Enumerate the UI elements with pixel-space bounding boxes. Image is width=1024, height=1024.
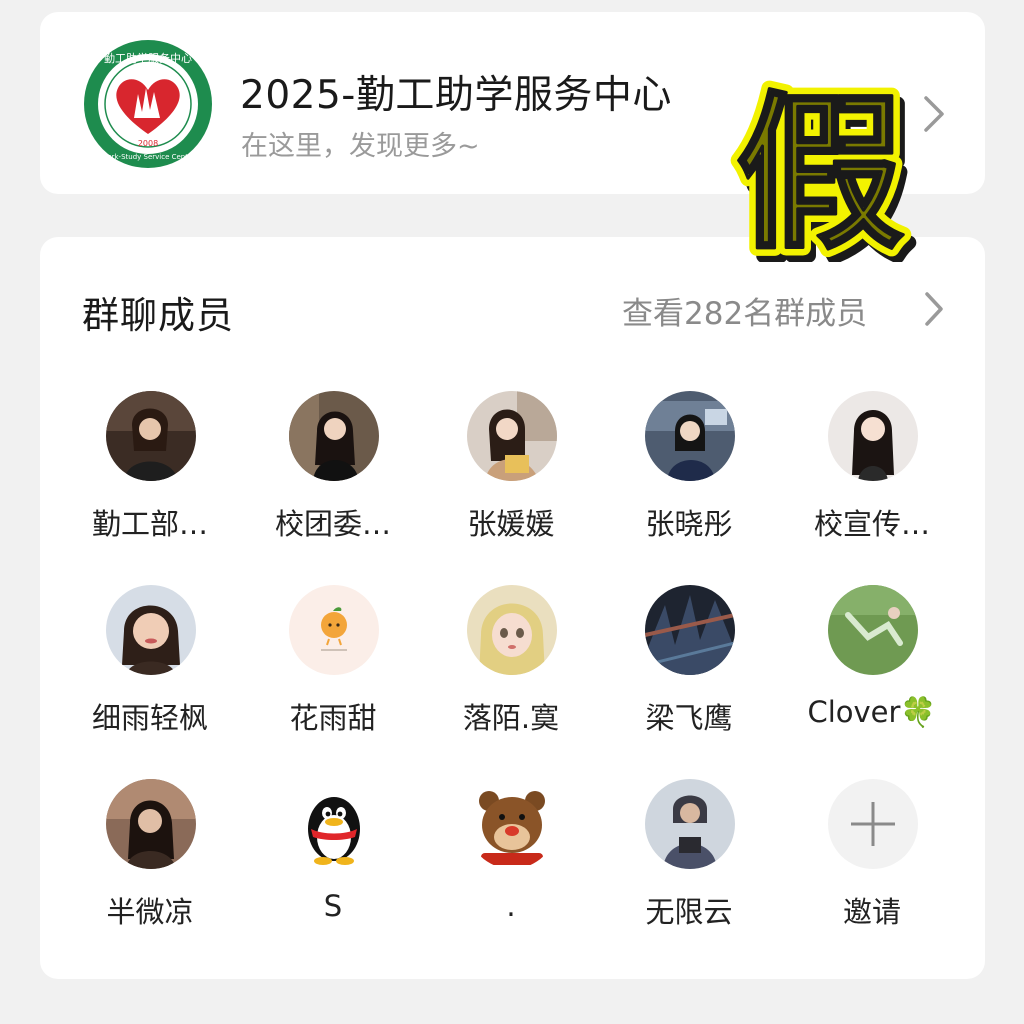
member-item[interactable]: 无限云	[601, 779, 777, 949]
penguin-avatar	[289, 779, 379, 869]
photo-avatar	[645, 391, 735, 481]
orange-cartoon-avatar	[289, 585, 379, 675]
fake-stamp-overlay: 假 假 假	[728, 72, 917, 262]
photo-avatar	[106, 779, 196, 869]
chevron-right-icon	[925, 292, 943, 326]
member-item[interactable]: 花雨甜	[245, 585, 421, 755]
doll-avatar	[467, 585, 557, 675]
chevron-right-icon	[924, 96, 944, 132]
photo-avatar	[106, 585, 196, 675]
member-item[interactable]: 半微凉	[62, 779, 238, 949]
member-name: 张媛媛	[467, 507, 555, 541]
member-name: 细雨轻枫	[91, 701, 208, 735]
group-subtitle: 在这里，发现更多~	[241, 131, 480, 162]
photo-avatar	[828, 585, 918, 675]
member-name: Clover🍀	[807, 695, 937, 729]
member-item[interactable]: 梁飞鹰	[601, 585, 777, 755]
invite-circle	[828, 779, 918, 869]
photo-avatar	[289, 391, 379, 481]
member-item[interactable]: 张晓彤	[601, 391, 777, 561]
member-item[interactable]: Clover🍀	[784, 585, 960, 755]
svg-text:Work-Study Service Center: Work-Study Service Center	[101, 153, 195, 161]
member-name: 张晓彤	[645, 507, 733, 541]
members-heading: 群聊成员	[82, 294, 234, 337]
member-name: 梁飞鹰	[645, 701, 733, 735]
member-item[interactable]: S	[245, 779, 421, 949]
photo-avatar	[645, 779, 735, 869]
member-item[interactable]: 落陌.寞	[423, 585, 599, 755]
member-name: 校宣传…	[813, 507, 930, 541]
page: 勤工助学服务中心 2008 Work-Study Service Center …	[0, 0, 1024, 1024]
photo-avatar	[828, 391, 918, 481]
member-name: 校团委…	[274, 507, 391, 541]
bear-cartoon-avatar	[467, 779, 557, 869]
member-name: 勤工部…	[91, 507, 208, 541]
view-all-members-link[interactable]: 查看282名群成员	[622, 285, 952, 335]
svg-text:勤工助学服务中心: 勤工助学服务中心	[104, 51, 192, 65]
member-name: S	[323, 889, 343, 923]
invite-button[interactable]: 邀请	[784, 779, 960, 949]
plus-icon	[851, 802, 895, 846]
group-members-card: 群聊成员 查看282名群成员 勤工部… 校团委… 张媛媛 张晓彤 校宣传… 细雨…	[40, 237, 985, 979]
member-name: 落陌.寞	[462, 701, 560, 735]
member-name: 半微凉	[106, 895, 194, 929]
member-item[interactable]: 勤工部…	[62, 391, 238, 561]
svg-text:假: 假	[736, 76, 904, 262]
svg-text:2008: 2008	[138, 139, 158, 148]
member-item[interactable]: 校团委…	[245, 391, 421, 561]
invite-label: 邀请	[842, 895, 901, 929]
group-logo: 勤工助学服务中心 2008 Work-Study Service Center	[84, 40, 212, 168]
member-item[interactable]: .	[423, 779, 599, 949]
member-item[interactable]: 校宣传…	[784, 391, 960, 561]
member-item[interactable]: 张媛媛	[423, 391, 599, 561]
group-title: 2025-勤工助学服务中心	[240, 73, 672, 118]
member-name: 无限云	[645, 895, 733, 929]
photo-avatar	[467, 391, 557, 481]
view-all-members-label: 查看282名群成员	[622, 296, 868, 332]
photo-avatar	[106, 391, 196, 481]
member-item[interactable]: 细雨轻枫	[62, 585, 238, 755]
member-name: 花雨甜	[289, 701, 377, 735]
member-name: .	[506, 889, 516, 923]
photo-avatar	[645, 585, 735, 675]
